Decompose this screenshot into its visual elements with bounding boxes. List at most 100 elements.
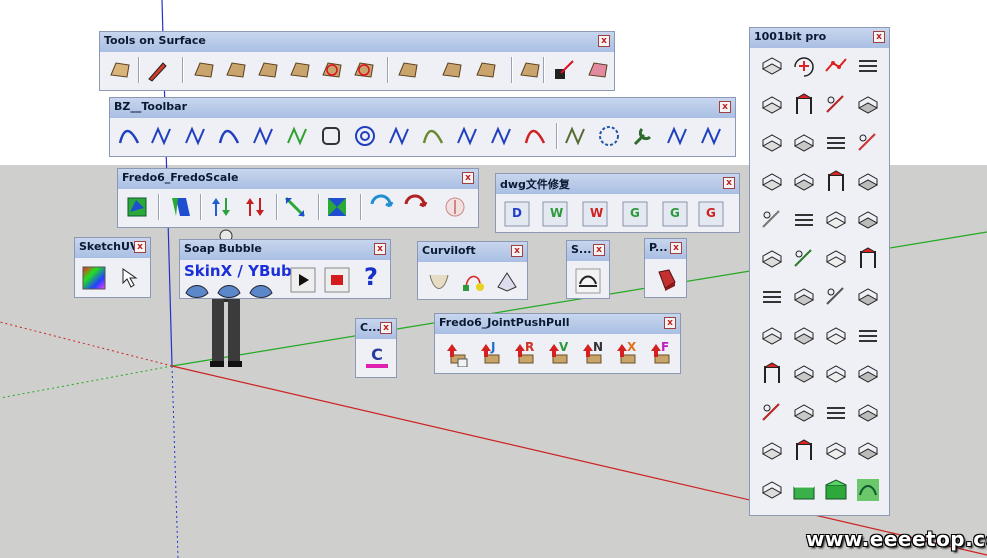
bit-tool-46-button[interactable]: [791, 477, 817, 503]
bz-tool-18-button[interactable]: [698, 123, 724, 149]
fredo-scale-tool-9-button[interactable]: [442, 194, 468, 220]
bit-tool-35-button[interactable]: [823, 361, 849, 387]
bit-tool-38-button[interactable]: [791, 400, 817, 426]
surface-freehand-button[interactable]: [351, 57, 377, 83]
toolbar-curviloft[interactable]: Curviloft x: [417, 241, 528, 300]
bit-tool-17-button[interactable]: [759, 207, 785, 233]
soap-bubble-3-button[interactable]: [248, 275, 274, 301]
fredo-scale-tool-1-button[interactable]: [124, 194, 150, 220]
bit-tool-36-button[interactable]: [855, 361, 881, 387]
toolbar-joint-push-pull[interactable]: Fredo6_JointPushPull x J R V N X F: [434, 313, 681, 374]
bit-tool-24-button[interactable]: [855, 246, 881, 272]
soap-help-button[interactable]: ?: [358, 263, 384, 289]
bit-tool-11-button[interactable]: [823, 130, 849, 156]
bit-tool-39-button[interactable]: [823, 400, 849, 426]
jpp-tool-1-button[interactable]: J: [477, 340, 503, 367]
bit-tool-13-button[interactable]: [759, 169, 785, 195]
surface-circle-button[interactable]: [223, 57, 249, 83]
bit-tool-25-button[interactable]: [759, 284, 785, 310]
bz-tool-17-button[interactable]: [664, 123, 690, 149]
push-tool-button[interactable]: [653, 266, 679, 292]
fredo-scale-tool-6-button[interactable]: [324, 194, 350, 220]
toolbar-titlebar[interactable]: Tools on Surface x: [100, 32, 614, 52]
dwg-repair-2-button[interactable]: W: [542, 201, 568, 227]
bit-tool-47-button[interactable]: [823, 477, 849, 503]
fredo-scale-tool-3-button[interactable]: [208, 194, 234, 220]
toolbar-titlebar[interactable]: P... x: [645, 239, 686, 259]
bit-tool-19-button[interactable]: [823, 207, 849, 233]
close-button[interactable]: x: [719, 101, 731, 113]
toolbar-sketchuv[interactable]: SketchUV x: [74, 237, 151, 298]
toolbar-c-small[interactable]: C... x C: [355, 318, 397, 378]
close-button[interactable]: x: [664, 317, 676, 329]
surface-offset-button[interactable]: [395, 57, 421, 83]
bit-tool-28-button[interactable]: [855, 284, 881, 310]
toolbar-titlebar[interactable]: SketchUV x: [75, 238, 150, 258]
fredo-scale-tool-8-button[interactable]: [402, 194, 428, 220]
bit-tool-43-button[interactable]: [823, 438, 849, 464]
bend-tool-button[interactable]: [575, 268, 601, 294]
fredo-scale-tool-5-button[interactable]: [282, 194, 308, 220]
surface-ellipse-button[interactable]: [287, 57, 313, 83]
bit-tool-6-button[interactable]: [791, 92, 817, 118]
toolbar-titlebar[interactable]: BZ__Toolbar x: [110, 98, 735, 118]
bit-tool-3-button[interactable]: [823, 53, 849, 79]
fredo-scale-tool-7-button[interactable]: [368, 194, 394, 220]
close-button[interactable]: x: [723, 177, 735, 189]
surface-pen-button[interactable]: [145, 57, 171, 83]
bz-tool-2-button[interactable]: [148, 123, 174, 149]
toolbar-p-small[interactable]: P... x: [644, 238, 687, 298]
curviloft-skin-button[interactable]: [494, 269, 520, 295]
dwg-repair-3-button[interactable]: W: [582, 201, 608, 227]
bit-tool-42-button[interactable]: [791, 438, 817, 464]
bit-tool-23-button[interactable]: [823, 246, 849, 272]
bit-tool-2-button[interactable]: [791, 53, 817, 79]
bz-tool-11-button[interactable]: [454, 123, 480, 149]
dwg-repair-4-button[interactable]: G: [622, 201, 648, 227]
surface-draw-button[interactable]: [107, 57, 133, 83]
fredo-scale-tool-2-button[interactable]: [168, 194, 194, 220]
toolbar-s-small[interactable]: S... x: [566, 240, 610, 299]
bit-tool-48-button[interactable]: [855, 477, 881, 503]
bit-tool-34-button[interactable]: [791, 361, 817, 387]
surface-generate-button[interactable]: [585, 57, 611, 83]
bz-tool-8-button[interactable]: [352, 123, 378, 149]
bz-tool-4-button[interactable]: [216, 123, 242, 149]
toolbar-titlebar[interactable]: Fredo6_FredoScale x: [118, 169, 478, 189]
close-button[interactable]: x: [873, 31, 885, 43]
surface-erase-button[interactable]: [473, 57, 499, 83]
close-button[interactable]: x: [462, 172, 474, 184]
surface-unfold-button[interactable]: [551, 57, 577, 83]
jpp-tool-6-button[interactable]: F: [647, 340, 673, 367]
bz-tool-6-button[interactable]: [284, 123, 310, 149]
bit-tool-7-button[interactable]: [823, 92, 849, 118]
bz-tool-1-button[interactable]: [116, 123, 142, 149]
bit-tool-32-button[interactable]: [855, 323, 881, 349]
bit-tool-5-button[interactable]: [759, 92, 785, 118]
bit-tool-4-button[interactable]: [855, 53, 881, 79]
bit-tool-20-button[interactable]: [855, 207, 881, 233]
toolbar-titlebar[interactable]: Fredo6_JointPushPull x: [435, 314, 680, 334]
bit-tool-15-button[interactable]: [823, 169, 849, 195]
bit-tool-9-button[interactable]: [759, 130, 785, 156]
bit-tool-29-button[interactable]: [759, 323, 785, 349]
bit-tool-12-button[interactable]: [855, 130, 881, 156]
toolbar-tools-on-surface[interactable]: Tools on Surface x: [99, 31, 615, 91]
jpp-tool-2-button[interactable]: R: [511, 340, 537, 367]
close-button[interactable]: x: [670, 242, 682, 254]
surface-make-face-button[interactable]: [517, 57, 543, 83]
bz-tool-3-button[interactable]: [182, 123, 208, 149]
bit-tool-10-button[interactable]: [791, 130, 817, 156]
soap-stop-button[interactable]: [324, 267, 350, 293]
surface-rect-button[interactable]: [191, 57, 217, 83]
bit-tool-40-button[interactable]: [855, 400, 881, 426]
bz-tool-5-button[interactable]: [250, 123, 276, 149]
bit-tool-31-button[interactable]: [823, 323, 849, 349]
toolbar-titlebar[interactable]: 1001bit pro x: [750, 28, 889, 48]
uv-grid-button[interactable]: [81, 265, 107, 291]
bit-tool-22-button[interactable]: [791, 246, 817, 272]
jpp-tool-3-button[interactable]: V: [545, 340, 571, 367]
uv-pick-button[interactable]: [117, 265, 143, 291]
bz-tool-13-button[interactable]: [522, 123, 548, 149]
fredo-scale-tool-4-button[interactable]: [242, 194, 268, 220]
